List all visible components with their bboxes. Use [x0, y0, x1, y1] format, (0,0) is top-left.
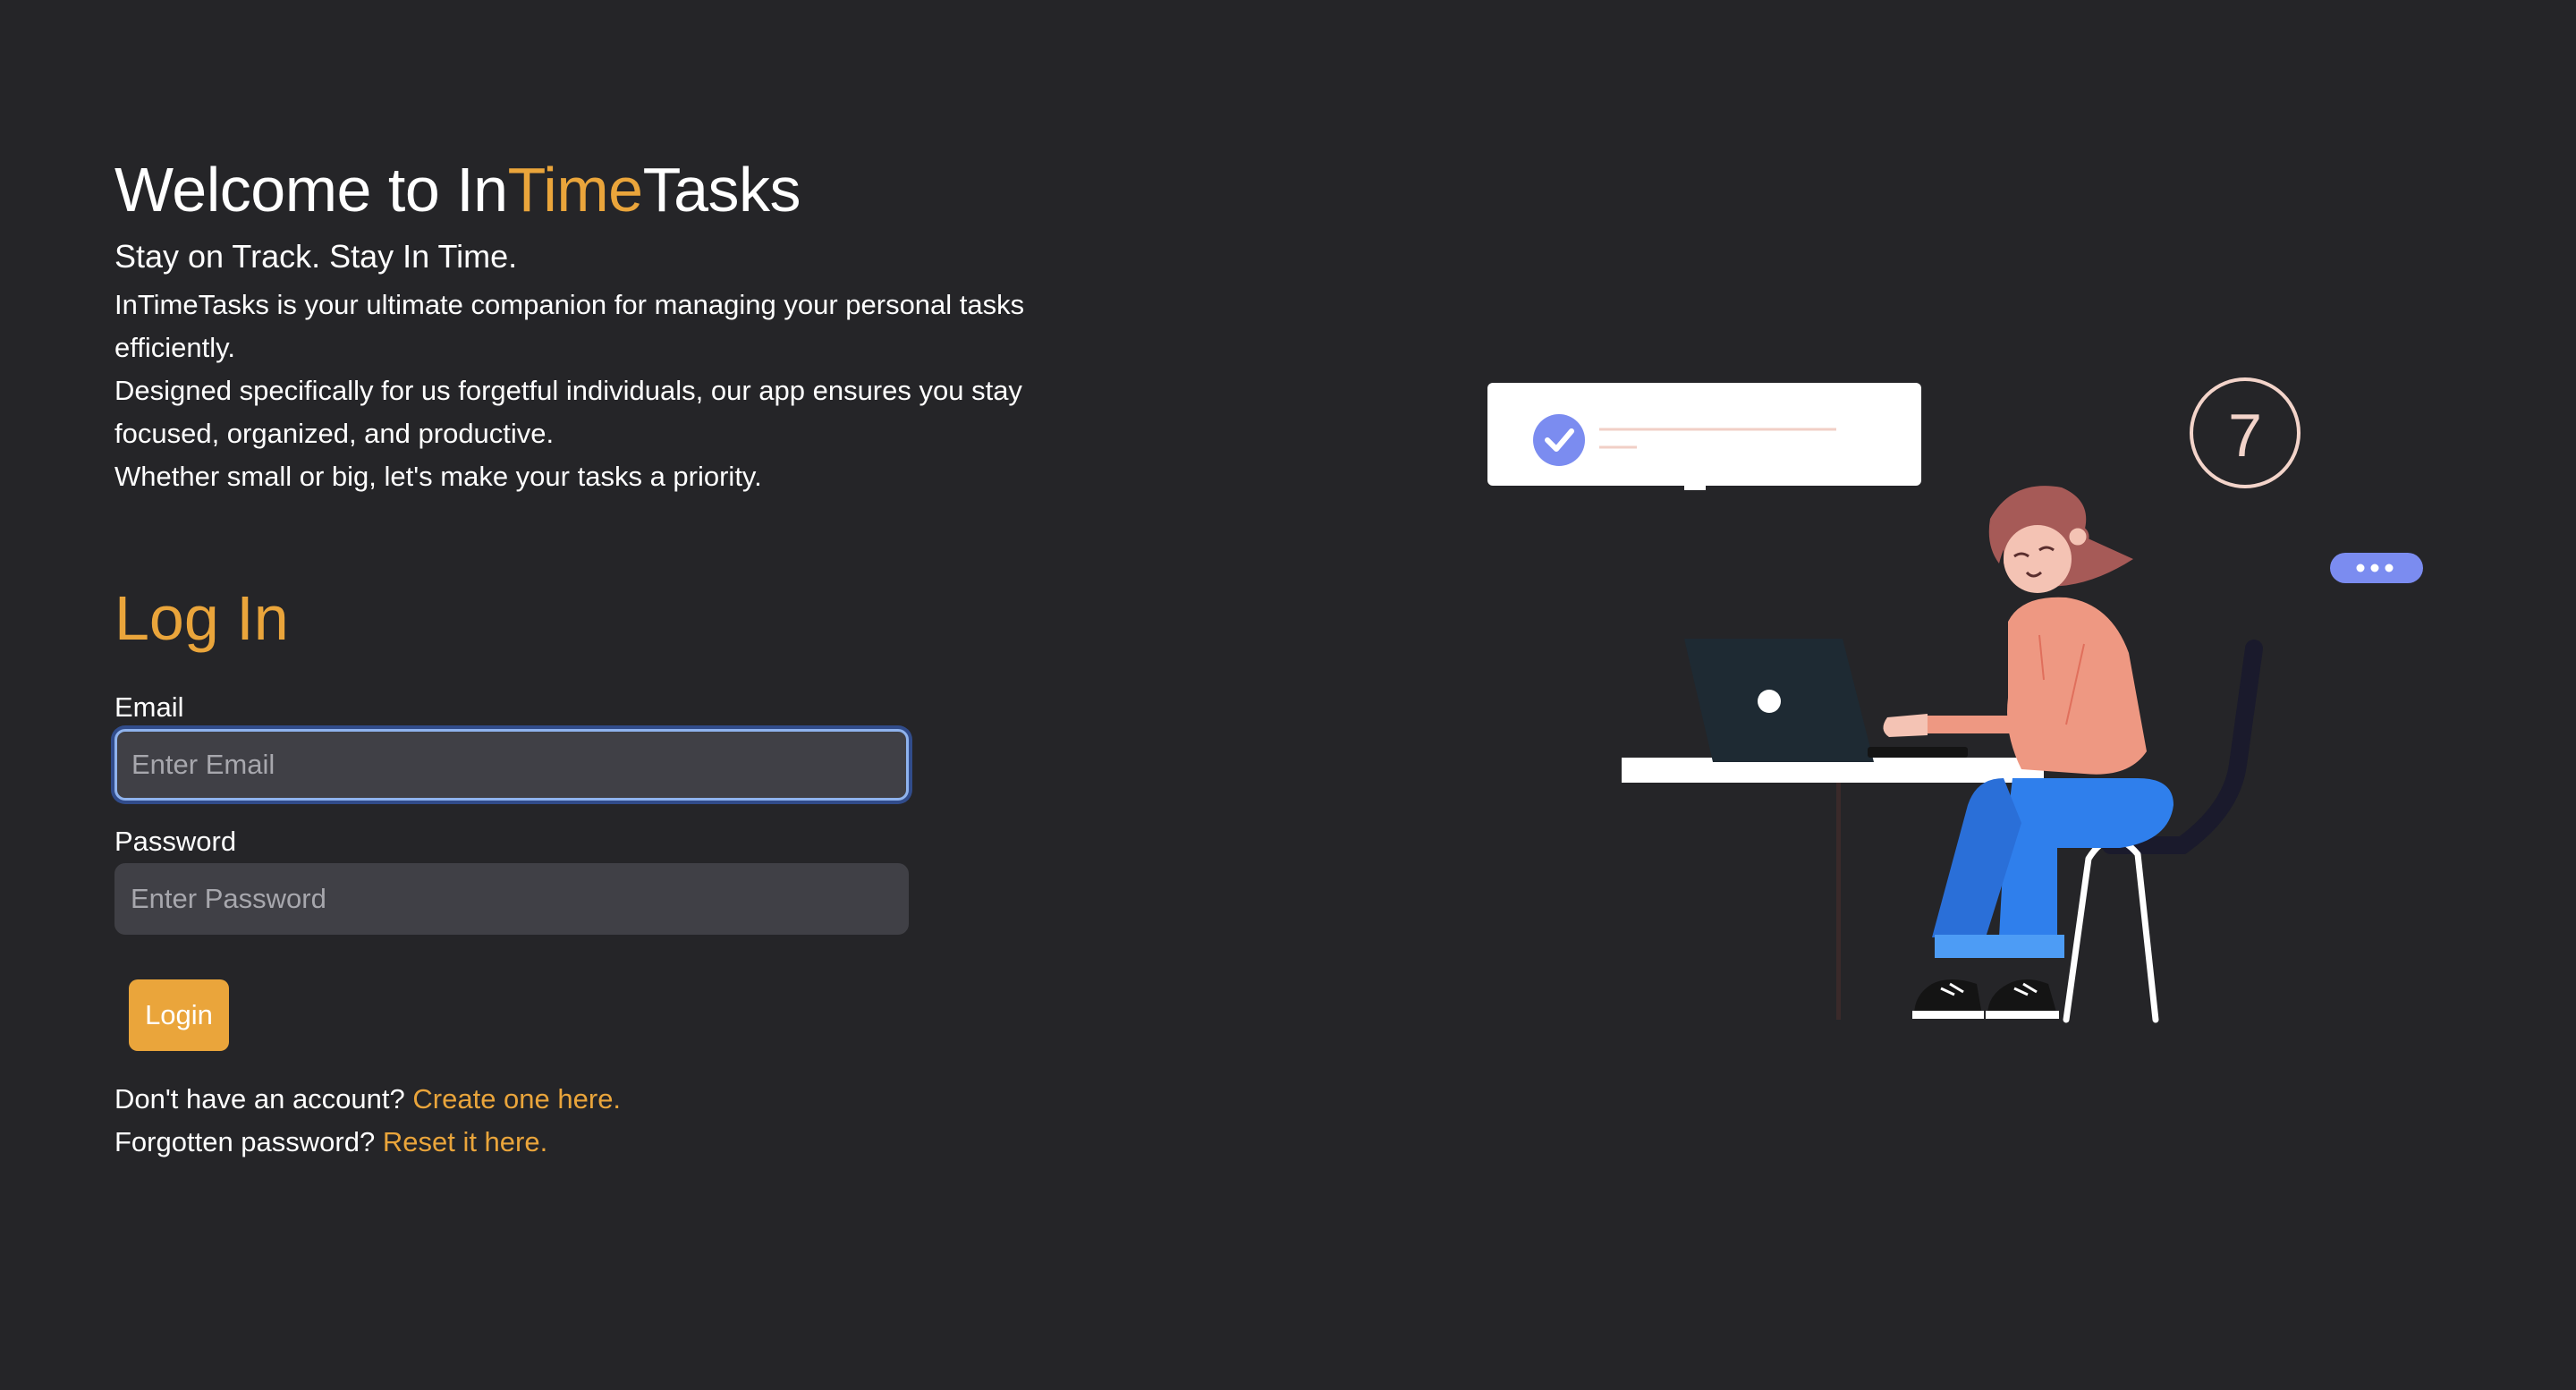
- email-field-group: Email: [114, 691, 1134, 801]
- left-panel: Welcome to InTimeTasks Stay on Track. St…: [114, 152, 1134, 1164]
- signup-row: Don't have an account? Create one here.: [114, 1078, 1134, 1121]
- laptop-icon: [1684, 639, 1968, 762]
- title-prefix: Welcome to In: [114, 155, 508, 225]
- login-heading: Log In: [114, 582, 289, 653]
- hero-illustration: 7: [1487, 377, 2423, 1023]
- description-line-1: InTimeTasks is your ultimate companion f…: [114, 288, 1025, 363]
- page-title: Welcome to InTimeTasks: [114, 152, 1134, 227]
- email-input[interactable]: [114, 728, 909, 801]
- description-line-3: Whether small or big, let's make your ta…: [114, 460, 762, 492]
- signup-prompt: Don't have an account?: [114, 1082, 405, 1115]
- email-label: Email: [114, 691, 184, 723]
- reset-password-link[interactable]: Reset it here.: [383, 1126, 547, 1157]
- title-accent: Time: [507, 155, 643, 225]
- description-line-2: Designed specifically for us forgetful i…: [114, 374, 1022, 449]
- password-field-group: Password: [114, 826, 1134, 935]
- account-links: Don't have an account? Create one here. …: [114, 1078, 1134, 1164]
- login-button[interactable]: Login: [129, 979, 229, 1051]
- check-circle-icon: [1533, 414, 1585, 466]
- password-label: Password: [114, 825, 237, 857]
- password-input[interactable]: [114, 862, 909, 935]
- reset-prompt: Forgotten password?: [114, 1125, 376, 1157]
- tagline: Stay on Track. Stay In Time.: [114, 238, 518, 275]
- create-account-link[interactable]: Create one here.: [412, 1083, 621, 1115]
- login-form: Email Password Login: [114, 691, 1134, 1078]
- task-card: [1487, 383, 1921, 490]
- description: InTimeTasks is your ultimate companion f…: [114, 284, 1116, 498]
- clock-icon: 7: [2190, 377, 2301, 488]
- clock-numeral: 7: [2228, 402, 2262, 470]
- chat-bubble-icon: [2330, 553, 2423, 583]
- title-suffix: Tasks: [642, 155, 801, 225]
- login-page: Welcome to InTimeTasks Stay on Track. St…: [0, 0, 2576, 1390]
- shoes: [1912, 979, 2059, 1019]
- reset-row: Forgotten password? Reset it here.: [114, 1121, 1134, 1164]
